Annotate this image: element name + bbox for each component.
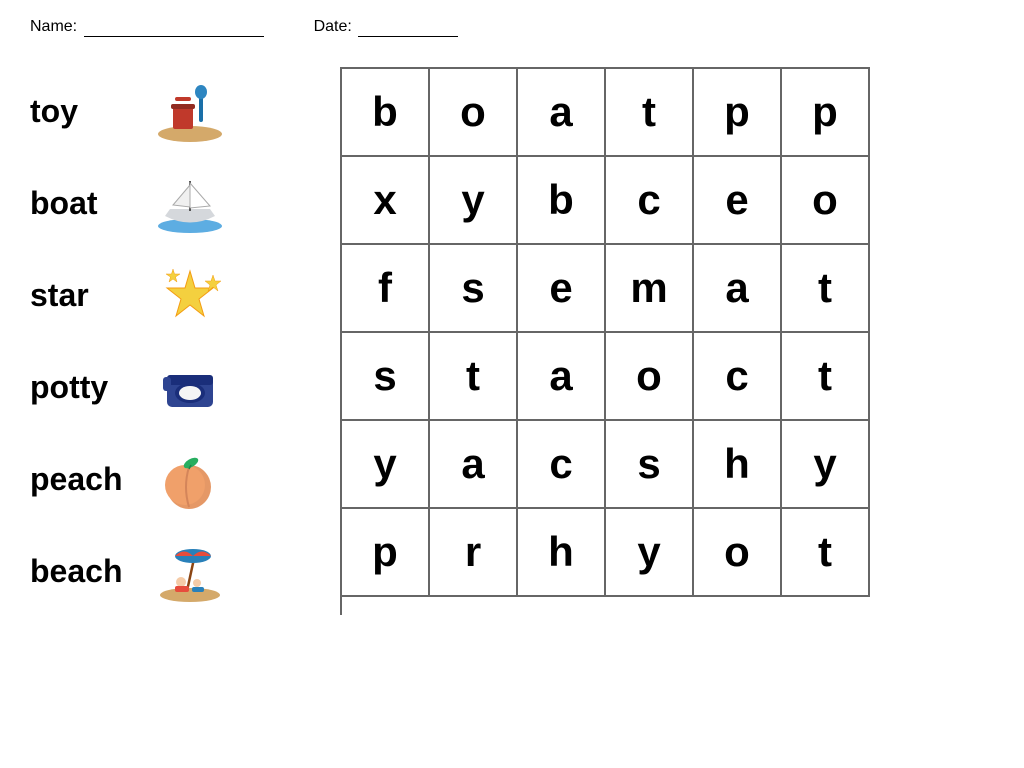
word-label-potty: potty <box>30 369 150 406</box>
beach-image <box>150 536 230 606</box>
word-search-grid: boatppxybceofsematstaoctyacshyprhyot <box>340 67 870 615</box>
potty-image <box>150 352 230 422</box>
word-label-toy: toy <box>30 93 150 130</box>
grid-cell-1-4: e <box>694 157 782 245</box>
grid-cell-2-4: a <box>694 245 782 333</box>
grid-cell-3-5: t <box>782 333 870 421</box>
word-label-star: star <box>30 277 150 314</box>
grid-cell-4-3: s <box>606 421 694 509</box>
grid-cell-5-1: r <box>430 509 518 597</box>
boat-image <box>150 168 230 238</box>
word-row-star: star <box>30 251 320 339</box>
grid-cell-4-0: y <box>342 421 430 509</box>
word-label-boat: boat <box>30 185 150 222</box>
name-label: Name: <box>30 18 264 37</box>
grid-cell-4-1: a <box>430 421 518 509</box>
grid-cell-1-1: y <box>430 157 518 245</box>
grid-cell-3-1: t <box>430 333 518 421</box>
grid-cell-0-5: p <box>782 69 870 157</box>
word-row-peach: peach <box>30 435 320 523</box>
peach-image <box>150 444 230 514</box>
grid-cell-5-4: o <box>694 509 782 597</box>
grid-cell-0-3: t <box>606 69 694 157</box>
grid-cell-5-2: h <box>518 509 606 597</box>
grid-cell-1-0: x <box>342 157 430 245</box>
word-row-potty: potty <box>30 343 320 431</box>
date-label: Date: <box>314 18 459 37</box>
name-text: Name: <box>30 18 77 35</box>
star-image <box>150 260 230 330</box>
word-row-toy: toy <box>30 67 320 155</box>
word-list: toy boat <box>30 57 320 615</box>
grid-cell-0-4: p <box>694 69 782 157</box>
word-label-beach: beach <box>30 553 150 590</box>
word-row-boat: boat <box>30 159 320 247</box>
grid-cell-2-3: m <box>606 245 694 333</box>
grid-cell-0-2: a <box>518 69 606 157</box>
date-underline[interactable] <box>358 18 458 37</box>
grid-cell-5-3: y <box>606 509 694 597</box>
grid-cell-4-5: y <box>782 421 870 509</box>
grid-cell-0-0: b <box>342 69 430 157</box>
word-label-peach: peach <box>30 461 150 498</box>
grid-cell-2-5: t <box>782 245 870 333</box>
header: Name: Date: <box>0 0 1024 47</box>
main-content: toy boat <box>0 47 1024 625</box>
grid-cell-1-5: o <box>782 157 870 245</box>
grid-cell-0-1: o <box>430 69 518 157</box>
grid-cell-2-2: e <box>518 245 606 333</box>
name-underline[interactable] <box>84 18 264 37</box>
grid-cell-3-3: o <box>606 333 694 421</box>
grid-cell-5-0: p <box>342 509 430 597</box>
grid-cell-2-0: f <box>342 245 430 333</box>
toy-image <box>150 76 230 146</box>
word-row-beach: beach <box>30 527 320 615</box>
grid-cell-1-3: c <box>606 157 694 245</box>
grid-cell-4-2: c <box>518 421 606 509</box>
grid-cell-2-1: s <box>430 245 518 333</box>
grid-cell-3-0: s <box>342 333 430 421</box>
grid-cell-4-4: h <box>694 421 782 509</box>
grid-cell-3-4: c <box>694 333 782 421</box>
date-text: Date: <box>314 18 352 35</box>
grid-cell-3-2: a <box>518 333 606 421</box>
grid-cell-5-5: t <box>782 509 870 597</box>
grid-cell-1-2: b <box>518 157 606 245</box>
